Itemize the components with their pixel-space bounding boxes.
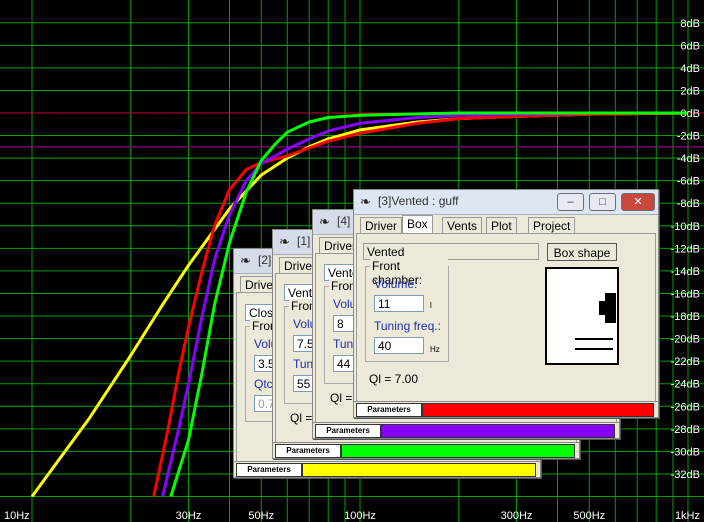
x-tick-label: 500Hz [573, 510, 605, 522]
y-tick-label: 6dB [680, 40, 700, 52]
y-tick-label: -12dB [671, 243, 700, 255]
box-tab-panel: Vented Box shape Front chamber: Volume: … [356, 233, 656, 415]
y-tick-label: -24dB [671, 379, 700, 391]
y-tick-label: -32dB [671, 469, 700, 481]
y-tick-label: -18dB [671, 311, 700, 323]
y-tick-label: 8dB [680, 18, 700, 30]
curve-color-swatch[interactable] [422, 403, 654, 417]
tuning-unit: Hz [430, 345, 440, 354]
y-tick-label: 0dB [680, 108, 700, 120]
parameters-label: Parameters [236, 463, 302, 477]
parameters-label: Parameters [275, 444, 341, 458]
parameters-strip[interactable]: Parameters [313, 422, 619, 438]
parameters-label: Parameters [315, 424, 381, 438]
maximize-button[interactable]: □ [589, 193, 616, 211]
y-tick-label: -26dB [671, 401, 700, 413]
x-tick-label: 1kHz [675, 510, 700, 522]
close-button[interactable]: ✕ [621, 193, 655, 211]
minimize-button[interactable]: – [557, 193, 584, 211]
parameters-label: Parameters [356, 403, 422, 417]
volume-unit: l [430, 301, 432, 310]
window-title: [1] [297, 234, 311, 248]
y-tick-label: -22dB [671, 356, 700, 368]
window-title: [4] [337, 214, 351, 228]
tab-box[interactable]: Box [402, 215, 433, 234]
window-title: [3]Vented : guff [378, 194, 459, 208]
y-tick-label: -30dB [671, 446, 700, 458]
y-tick-label: -28dB [671, 424, 700, 436]
volume-input[interactable]: 11 [374, 295, 424, 312]
tuning-input[interactable]: 40 [374, 337, 424, 354]
y-tick-label: -2dB [677, 131, 700, 143]
box-diagram [545, 267, 619, 365]
y-tick-label: -20dB [671, 334, 700, 346]
speaker-icon: ❧ [360, 194, 371, 209]
x-tick-label: 50Hz [248, 510, 274, 522]
x-tick-label: 30Hz [176, 510, 202, 522]
y-tick-label: -16dB [671, 288, 700, 300]
tab-driver[interactable]: Driver [360, 217, 402, 234]
y-tick-label: -10dB [671, 221, 700, 233]
speaker-icon: ❧ [240, 253, 251, 268]
box-shape-button[interactable]: Box shape [547, 243, 617, 261]
volume-label: Volume: [374, 277, 418, 291]
y-tick-label: -14dB [671, 266, 700, 278]
curve-color-swatch[interactable] [302, 463, 536, 477]
y-tick-label: -4dB [677, 153, 700, 165]
speaker-icon: ❧ [279, 234, 290, 249]
y-tick-label: 2dB [680, 85, 700, 97]
window-title-bar[interactable]: ❧ [3]Vented : guff – □ ✕ [354, 190, 658, 215]
curve-color-swatch[interactable] [381, 424, 615, 438]
y-tick-label: -6dB [677, 176, 700, 188]
tab-plot[interactable]: Plot [486, 217, 517, 234]
parameters-strip[interactable]: Parameters [273, 442, 579, 458]
y-tick-label: -8dB [677, 198, 700, 210]
tab-vents[interactable]: Vents [442, 217, 483, 234]
box-window-3[interactable]: ❧ [3]Vented : guff – □ ✕ Driver Box Vent… [353, 189, 659, 418]
parameters-strip[interactable]: Parameters [234, 461, 540, 477]
window-title: [2] [258, 253, 272, 267]
tuning-label: Tuning freq.: [374, 319, 441, 333]
x-tick-label: 100Hz [344, 510, 376, 522]
curve-color-swatch[interactable] [341, 444, 575, 458]
speaker-icon: ❧ [319, 214, 330, 229]
parameters-strip[interactable]: Parameters [354, 401, 658, 417]
x-tick-label: 10Hz [4, 510, 30, 522]
ql-value: Ql = 7.00 [369, 372, 419, 386]
y-tick-label: 4dB [680, 63, 700, 75]
box-type-dropdown[interactable]: Vented [363, 243, 539, 260]
tab-project[interactable]: Project [528, 217, 576, 234]
front-chamber-group: Front chamber: Volume: 11 l Tuning freq.… [365, 259, 449, 362]
x-tick-label: 300Hz [501, 510, 533, 522]
